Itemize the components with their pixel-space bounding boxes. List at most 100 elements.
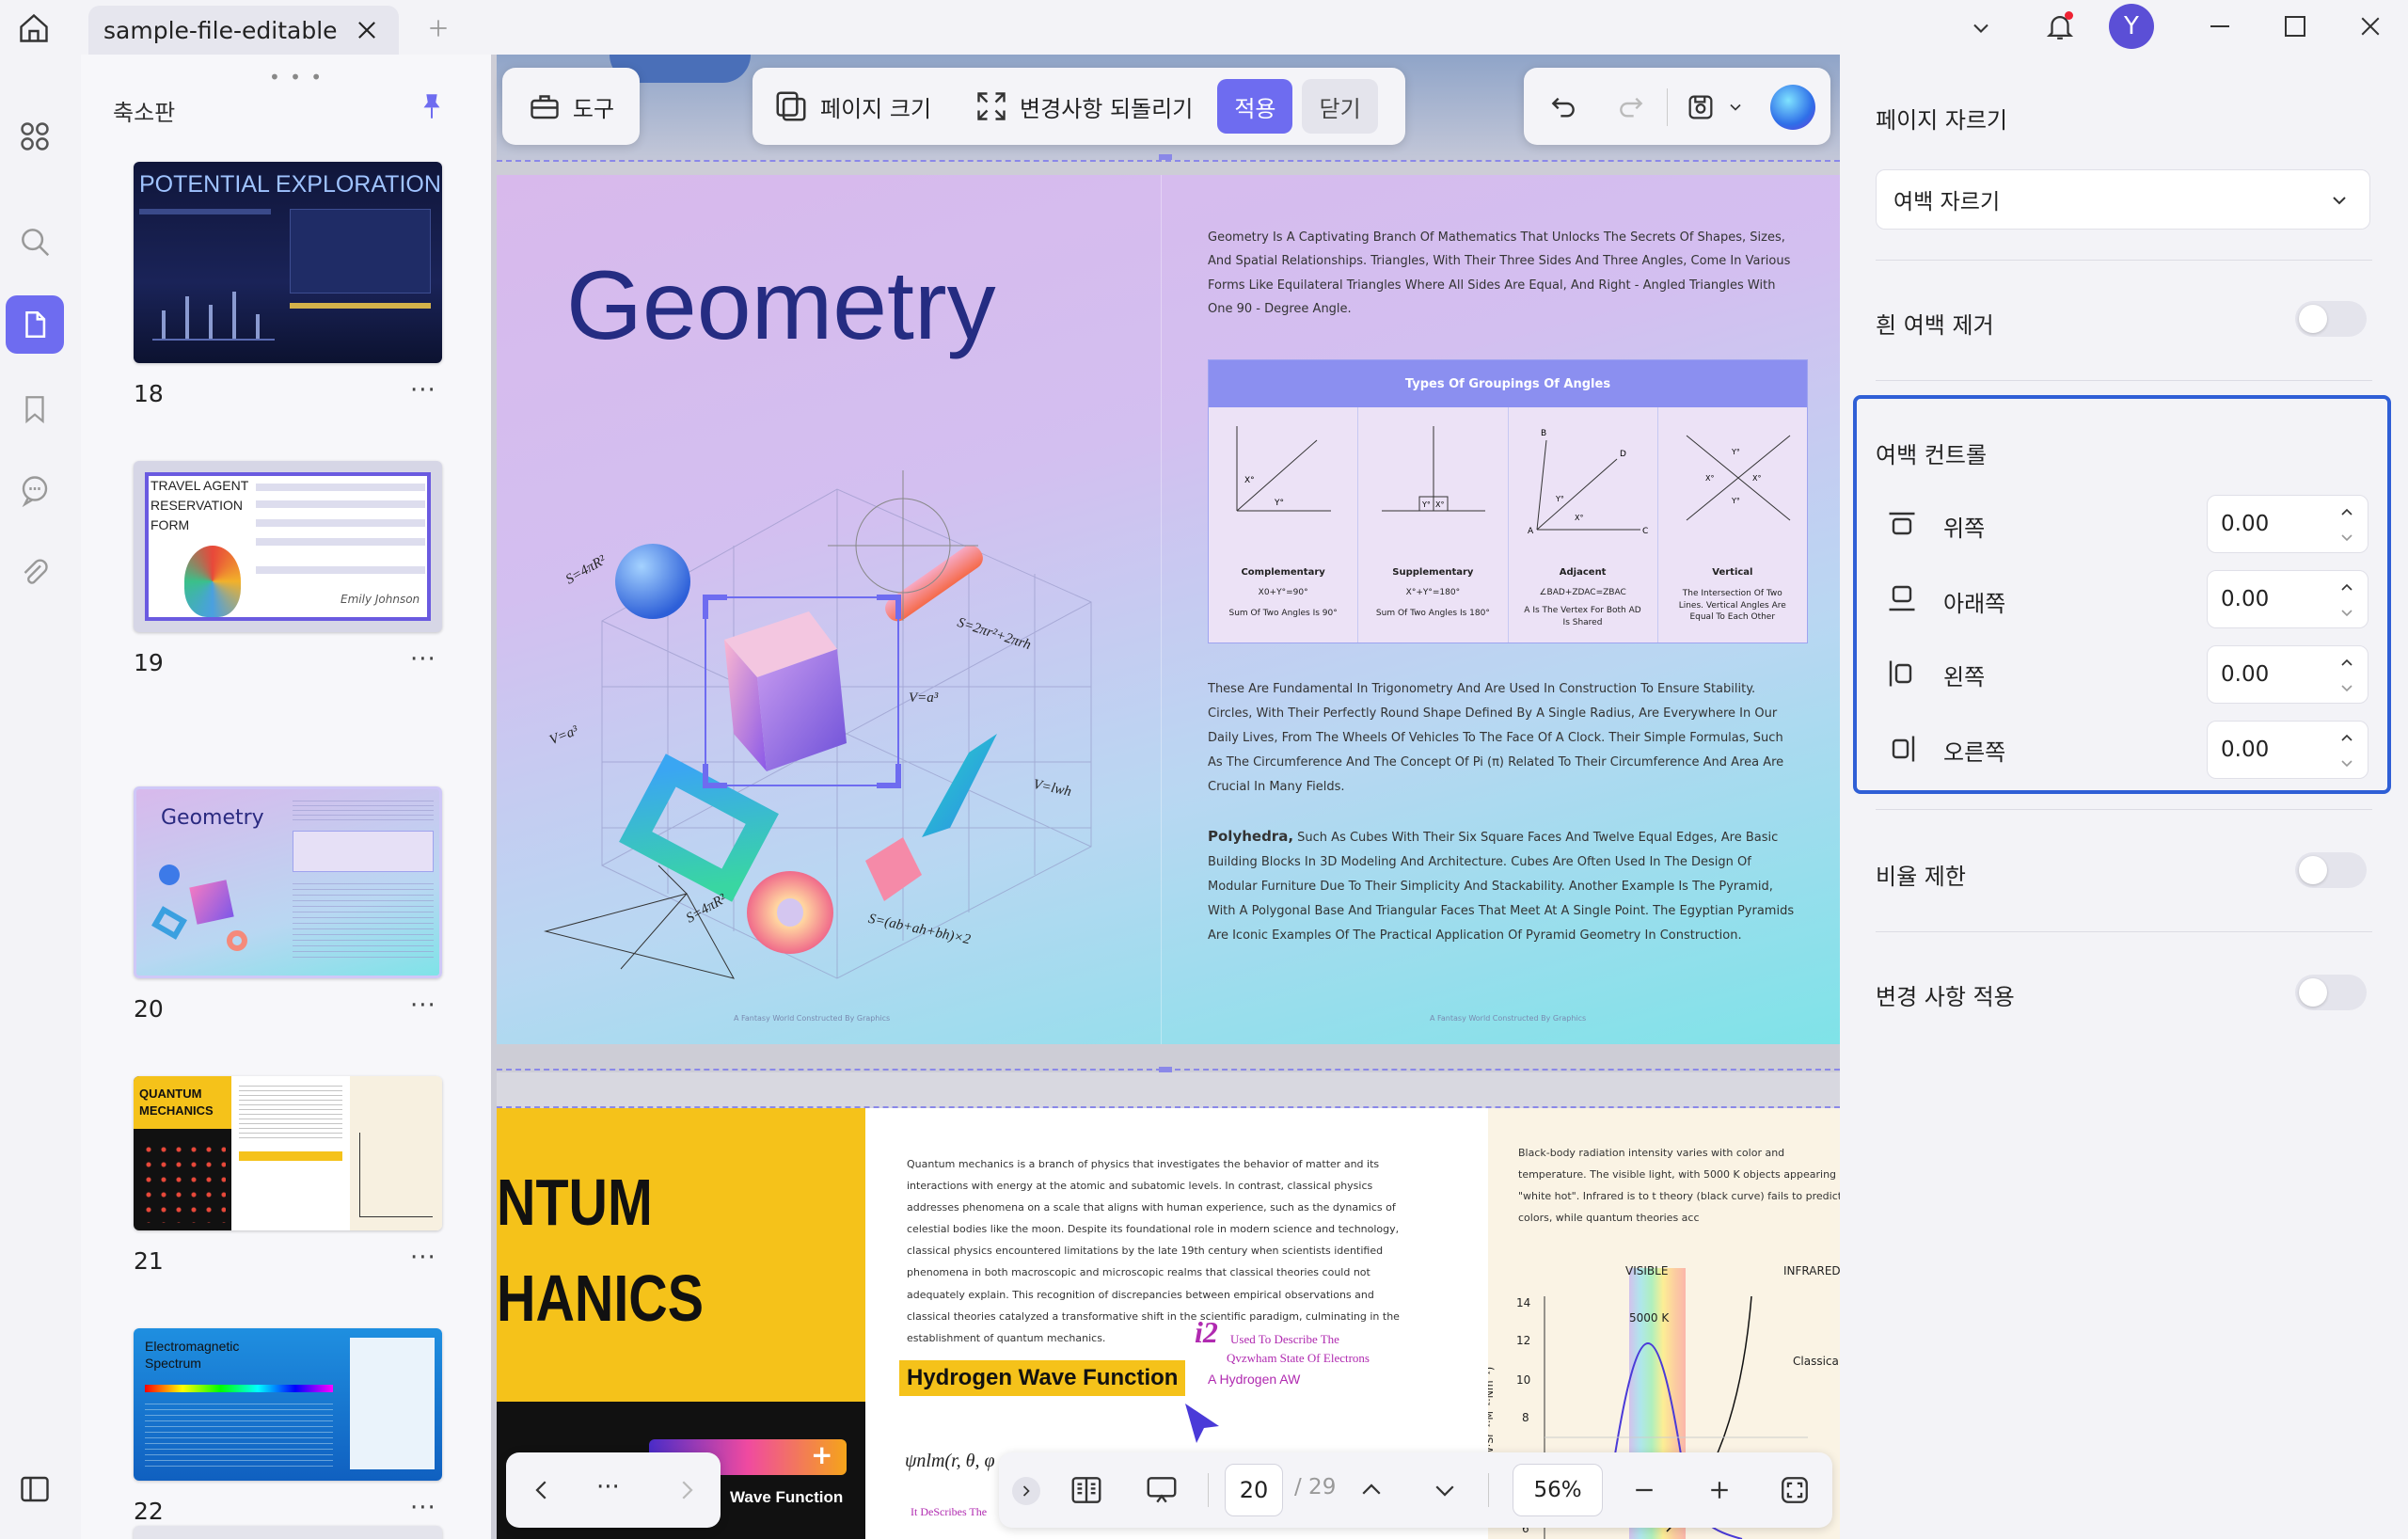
top-margin-input[interactable]: 0.00 — [2207, 495, 2368, 553]
sidebar-toggle-icon[interactable] — [6, 1460, 64, 1518]
minimize-icon[interactable] — [2197, 8, 2242, 45]
page-more-20[interactable]: ··· — [410, 992, 436, 1020]
quantum-title-block — [497, 1108, 865, 1402]
top-margin-icon — [1885, 508, 1919, 542]
reading-mode-icon[interactable] — [1065, 1469, 1108, 1511]
apply-changes-label: 변경 사항 적용 — [1876, 984, 2015, 1010]
search-icon[interactable] — [6, 213, 64, 271]
view-bar-divider-1 — [1208, 1473, 1209, 1507]
pages-icon[interactable] — [6, 295, 64, 354]
apply-changes-toggle[interactable] — [2295, 975, 2367, 1010]
angle-desc-complementary: Sum Of Two Angles Is 90° — [1228, 609, 1338, 618]
visible-label: VISIBLE — [1625, 1264, 1669, 1277]
wave-function-plus-icon: + — [811, 1439, 833, 1470]
angle-formula-supplementary: X°+Y°=180° — [1405, 588, 1461, 597]
presentation-icon[interactable] — [1140, 1469, 1183, 1511]
previous-page-icon[interactable] — [523, 1471, 561, 1509]
apply-label: 적용 — [1234, 95, 1276, 122]
close-tab-icon[interactable] — [354, 17, 380, 43]
angle-desc-supplementary: Sum Of Two Angles Is 180° — [1375, 609, 1490, 618]
title-bar: sample-file-editable Y — [0, 0, 2408, 55]
zoom-input[interactable]: 56% — [1513, 1464, 1603, 1516]
page-thumbnail-18[interactable]: POTENTIAL EXPLORATION — [134, 162, 442, 363]
left-rail — [0, 55, 81, 1539]
redo-icon[interactable] — [1610, 87, 1652, 128]
apply-button[interactable]: 적용 — [1217, 79, 1293, 134]
page-20-intro: Geometry Is A Captivating Branch Of Math… — [1208, 230, 1791, 317]
page-number-input[interactable]: 20 — [1225, 1464, 1283, 1516]
drag-handle[interactable]: • • • — [269, 66, 324, 88]
top-margin-value: 0.00 — [2221, 512, 2270, 536]
page-more-21[interactable]: ··· — [410, 1244, 436, 1272]
zoom-out-icon[interactable] — [1625, 1471, 1663, 1509]
angle-formula-complementary: X0+Y°=90° — [1258, 588, 1308, 597]
page-size-button[interactable]: 페이지 크기 — [760, 88, 944, 124]
page-more-22[interactable]: ··· — [410, 1494, 436, 1522]
page-more-18[interactable]: ··· — [410, 376, 436, 405]
grid-icon[interactable] — [6, 107, 64, 166]
bookmark-icon[interactable] — [6, 380, 64, 438]
page-more-19[interactable]: ··· — [410, 645, 436, 674]
bottom-margin-stepper[interactable] — [2339, 580, 2354, 620]
nav-more[interactable]: ··· — [596, 1473, 620, 1501]
polyhedra-bold: Polyhedra, — [1208, 828, 1294, 845]
chevron-down-icon[interactable] — [1962, 9, 2000, 47]
bottom-margin-input[interactable]: 0.00 — [2207, 570, 2368, 628]
blackbody-text: Black-body radiation intensity varies wi… — [1518, 1147, 1840, 1225]
quantum-title-line1: NTUM — [497, 1166, 653, 1239]
page-thumbnail-22[interactable]: Electromagnetic Spectrum — [134, 1328, 442, 1481]
page-thumbnail-20[interactable]: Geometry — [134, 786, 442, 978]
page-up-icon[interactable] — [1353, 1471, 1390, 1509]
undo-icon[interactable] — [1543, 87, 1584, 128]
page-number-21: 21 — [134, 1247, 164, 1275]
page-number-19: 19 — [134, 649, 164, 676]
fit-page-icon[interactable] — [1774, 1471, 1815, 1509]
left-margin-input[interactable]: 0.00 — [2207, 645, 2368, 704]
top-margin-stepper[interactable] — [2339, 505, 2354, 545]
revert-changes-button[interactable]: 변경사항 되돌리기 — [961, 89, 1206, 123]
bell-icon[interactable] — [2039, 6, 2081, 47]
page-thumbnail-19[interactable]: TRAVEL AGENT RESERVATION FORM Emily John… — [134, 461, 442, 632]
maximize-icon[interactable] — [2273, 8, 2318, 45]
angle-desc-adjacent: A Is The Vertex For Both AD Is Shared — [1524, 606, 1641, 627]
crop-top-line — [497, 160, 1840, 162]
right-margin-icon — [1885, 732, 1919, 766]
crop-mode-dropdown[interactable]: 여백 자르기 — [1876, 169, 2370, 230]
crop-top-handle[interactable] — [1159, 154, 1172, 160]
angle-cell-vertical: Y° X° X° Y° Vertical The Intersection Of Tw… — [1658, 407, 1807, 643]
svg-text:A: A — [1528, 527, 1534, 536]
save-icon[interactable] — [1680, 87, 1721, 128]
ytick-10: 10 — [1516, 1373, 1531, 1387]
right-margin-input[interactable]: 0.00 — [2207, 721, 2368, 779]
remove-white-margin-toggle[interactable] — [2295, 301, 2367, 337]
thumb-22-title: Electromagnetic Spectrum — [145, 1339, 240, 1372]
bottom-margin-value: 0.00 — [2221, 587, 2270, 611]
close-button[interactable]: 닫기 — [1302, 79, 1378, 134]
separator — [1876, 931, 2372, 932]
tools-button[interactable]: 도구 — [515, 89, 627, 123]
document-tab-title: sample-file-editable — [103, 16, 338, 44]
separator — [1876, 260, 2372, 261]
page-down-icon[interactable] — [1426, 1471, 1464, 1509]
save-dropdown-icon[interactable] — [1723, 94, 1748, 120]
pin-icon[interactable] — [416, 90, 450, 124]
avatar[interactable]: Y — [2109, 4, 2154, 49]
zoom-in-icon[interactable] — [1701, 1471, 1738, 1509]
new-tab-icon[interactable] — [420, 11, 457, 45]
close-window-icon[interactable] — [2348, 8, 2393, 45]
comment-icon[interactable] — [6, 461, 64, 519]
collapse-bar-icon[interactable] — [1012, 1477, 1040, 1505]
attachment-icon[interactable] — [6, 544, 64, 602]
next-page-icon[interactable] — [668, 1471, 705, 1509]
crop-mode-value: 여백 자르기 — [1893, 190, 2001, 214]
page-thumbnail-21[interactable]: QUANTUM MECHANICS — [134, 1076, 442, 1230]
home-icon[interactable] — [13, 8, 55, 49]
left-margin-value: 0.00 — [2221, 662, 2270, 687]
right-margin-stepper[interactable] — [2339, 731, 2354, 770]
left-margin-stepper[interactable] — [2339, 656, 2354, 695]
page-thumbnail-23[interactable] — [134, 1526, 442, 1539]
ai-assistant-icon[interactable] — [1770, 85, 1815, 130]
geometry-illustration — [544, 470, 1092, 979]
document-tab[interactable]: sample-file-editable — [88, 6, 399, 55]
aspect-ratio-toggle[interactable] — [2295, 852, 2367, 888]
